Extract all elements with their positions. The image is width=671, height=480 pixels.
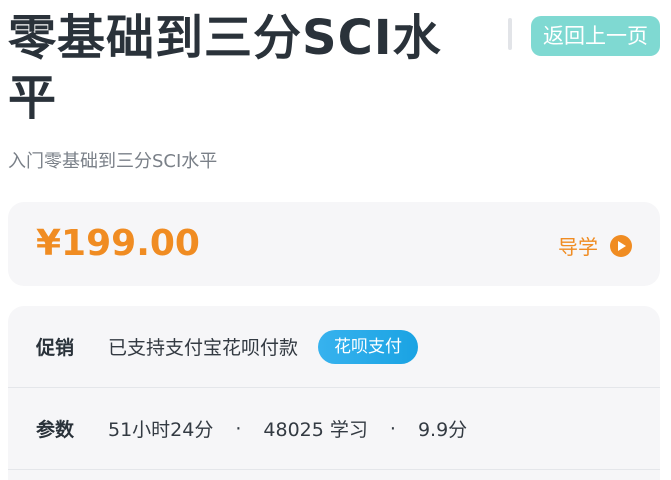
promo-text: 已支持支付宝花呗付款 [108,337,299,359]
price-card: ¥199.00 导学 [8,202,660,286]
separator-dot: · [389,417,396,440]
promo-label: 促销 [36,337,75,359]
params-label: 参数 [36,419,75,441]
guide-link[interactable]: 导学 [558,231,632,260]
course-duration: 51小时24分 [108,419,214,441]
play-circle-icon [610,234,632,257]
huabei-pay-badge[interactable]: 花呗支付 [318,329,419,364]
course-rating: 9.9分 [417,419,468,441]
course-detail-page: 零基础到三分SCI水平 返回上一页 入门零基础到三分SCI水平 ¥199.00 … [0,0,671,480]
separator-dot: · [235,417,242,440]
course-subtitle: 入门零基础到三分SCI水平 [8,151,218,172]
learner-count: 48025 学习 [263,419,368,441]
promo-row: 促销 已支持支付宝花呗付款 花呗支付 [8,306,660,388]
info-card: 促销 已支持支付宝花呗付款 花呗支付 参数 51小时24分 · 48025 学习… [8,306,660,480]
params-content: 51小时24分 · 48025 学习 · 9.9分 [108,415,467,442]
params-row: 参数 51小时24分 · 48025 学习 · 9.9分 [8,388,660,470]
promo-content: 已支持支付宝花呗付款 花呗支付 [108,329,419,364]
course-title: 零基础到三分SCI水平 [8,10,442,126]
guide-label: 导学 [558,235,598,259]
title-divider [508,18,512,50]
back-button[interactable]: 返回上一页 [531,16,660,56]
course-price: ¥199.00 [36,223,200,264]
